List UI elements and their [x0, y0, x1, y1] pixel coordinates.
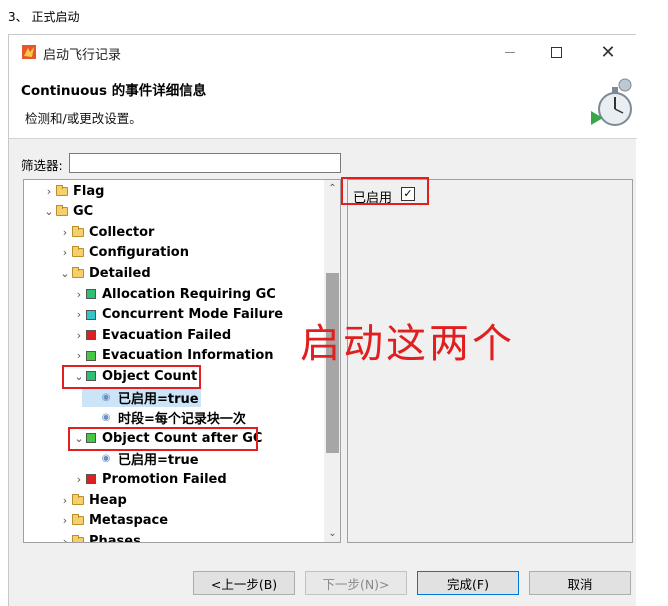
folder-icon [72, 225, 84, 237]
tree-row[interactable]: ⌄ Detailed [58, 263, 151, 283]
event-status-icon [86, 289, 96, 299]
tree-row-label: 已启用=true [118, 453, 199, 469]
chevron-right-icon[interactable]: › [58, 514, 72, 527]
minimize-icon [505, 51, 515, 53]
tree-row[interactable]: › Heap [58, 490, 127, 510]
tree-row[interactable]: › Metaspace [58, 511, 168, 531]
filter-input[interactable] [69, 153, 341, 173]
tree-row-label: Allocation Requiring GC [102, 286, 276, 302]
filter-label: 筛选器: [21, 158, 63, 173]
caption: 3、 正式启动 [8, 10, 80, 24]
tree-row[interactable]: › Flag [42, 181, 105, 201]
tree-row-label: GC [73, 204, 94, 220]
close-button[interactable]: ✕ [585, 35, 631, 69]
highlight-object-count-after-gc [68, 427, 258, 451]
banner-title: Continuous 的事件详细信息 [21, 83, 207, 99]
chevron-down-icon[interactable]: ⌄ [58, 267, 72, 280]
tree-row-label: Promotion Failed [102, 471, 227, 487]
window-title: 启动飞行记录 [43, 48, 122, 63]
chevron-down-icon[interactable]: ⌄ [42, 205, 56, 218]
next-button[interactable]: 下一步(N)> [305, 571, 407, 595]
folder-icon [72, 266, 84, 278]
finish-button[interactable]: 完成(F) [417, 571, 519, 595]
tree-row[interactable]: › Evacuation Failed [72, 325, 231, 345]
setting-icon: ◉ [101, 391, 111, 403]
tree-row-label: Evacuation Information [102, 348, 274, 364]
chevron-right-icon[interactable]: › [72, 329, 86, 342]
tree-row[interactable]: › Collector [58, 222, 155, 242]
tree-row-label: Flag [73, 183, 105, 199]
chevron-right-icon[interactable]: › [58, 535, 72, 542]
event-status-icon [86, 309, 96, 320]
tree-row[interactable]: › Allocation Requiring GC [72, 284, 276, 304]
highlight-enabled-checkbox [341, 177, 429, 205]
event-tree[interactable]: › Flag ⌄ GC › Collector › Configuration ⌄ Detaile… [23, 179, 341, 543]
tree-row-label: Configuration [89, 245, 189, 261]
setting-icon: ◉ [101, 453, 111, 465]
tree-row-label: 已启用=true [118, 391, 199, 407]
chevron-right-icon[interactable]: › [58, 226, 72, 239]
tree-row-label: Metaspace [89, 513, 169, 529]
chevron-right-icon[interactable]: › [72, 349, 86, 362]
folder-icon [72, 493, 84, 505]
back-button[interactable]: <上一步(B) [193, 571, 295, 595]
event-status-icon [86, 350, 96, 361]
setting-icon: ◉ [101, 412, 111, 424]
folder-icon [72, 246, 84, 258]
tree-row-label: Heap [89, 492, 127, 508]
chevron-right-icon[interactable]: › [72, 308, 86, 321]
tree-row[interactable]: ⌄ GC [42, 202, 93, 222]
tree-row-label: Evacuation Failed [102, 327, 232, 343]
tree-row[interactable]: › Phases [58, 531, 141, 543]
folder-icon [72, 514, 84, 526]
tree-row[interactable]: › Configuration [58, 243, 189, 263]
tree-row-label: Detailed [89, 265, 151, 281]
maximize-button[interactable] [533, 35, 579, 69]
tree-row-label: 时段=每个记录块一次 [118, 412, 246, 428]
chevron-right-icon[interactable]: › [72, 473, 86, 486]
tree-row[interactable]: › Concurrent Mode Failure [72, 305, 283, 325]
app-icon [22, 45, 36, 59]
chevron-right-icon[interactable]: › [72, 288, 86, 301]
tree-row[interactable]: › Evacuation Information [72, 346, 274, 366]
tree-row[interactable]: ◉ 已启用=true [82, 387, 201, 407]
tree-row-label: Concurrent Mode Failure [102, 307, 284, 323]
tree-row[interactable]: ◉ 已启用=true [86, 449, 199, 469]
title-bar: 启动飞行记录 ✕ [9, 35, 637, 69]
tree-row[interactable]: › Promotion Failed [72, 469, 227, 489]
scroll-down-icon[interactable]: ⌄ [324, 525, 340, 542]
cancel-button[interactable]: 取消 [529, 571, 631, 595]
annotation-text: 启动这两个 [300, 321, 515, 367]
stopwatch-icon [591, 78, 632, 126]
chevron-right-icon[interactable]: › [58, 246, 72, 259]
folder-icon [72, 534, 84, 542]
tree-row-label: Phases [89, 533, 141, 543]
tree-row[interactable]: ◉ 时段=每个记录块一次 [86, 408, 246, 428]
banner-subtitle: 检测和/或更改设置。 [25, 111, 142, 126]
chevron-right-icon[interactable]: › [58, 494, 72, 507]
tree-row-label: Collector [89, 224, 155, 240]
event-status-icon [86, 330, 96, 341]
wizard-banner: Continuous 的事件详细信息 检测和/或更改设置。 [9, 69, 637, 139]
chevron-right-icon[interactable]: › [42, 185, 56, 198]
highlight-object-count [62, 365, 201, 389]
close-icon: ✕ [600, 41, 616, 63]
scroll-up-icon[interactable]: ⌃ [324, 180, 340, 197]
minimize-button[interactable] [487, 35, 533, 69]
folder-icon [56, 184, 68, 196]
folder-icon [56, 205, 68, 217]
maximize-icon [550, 46, 562, 58]
event-status-icon [86, 474, 96, 485]
